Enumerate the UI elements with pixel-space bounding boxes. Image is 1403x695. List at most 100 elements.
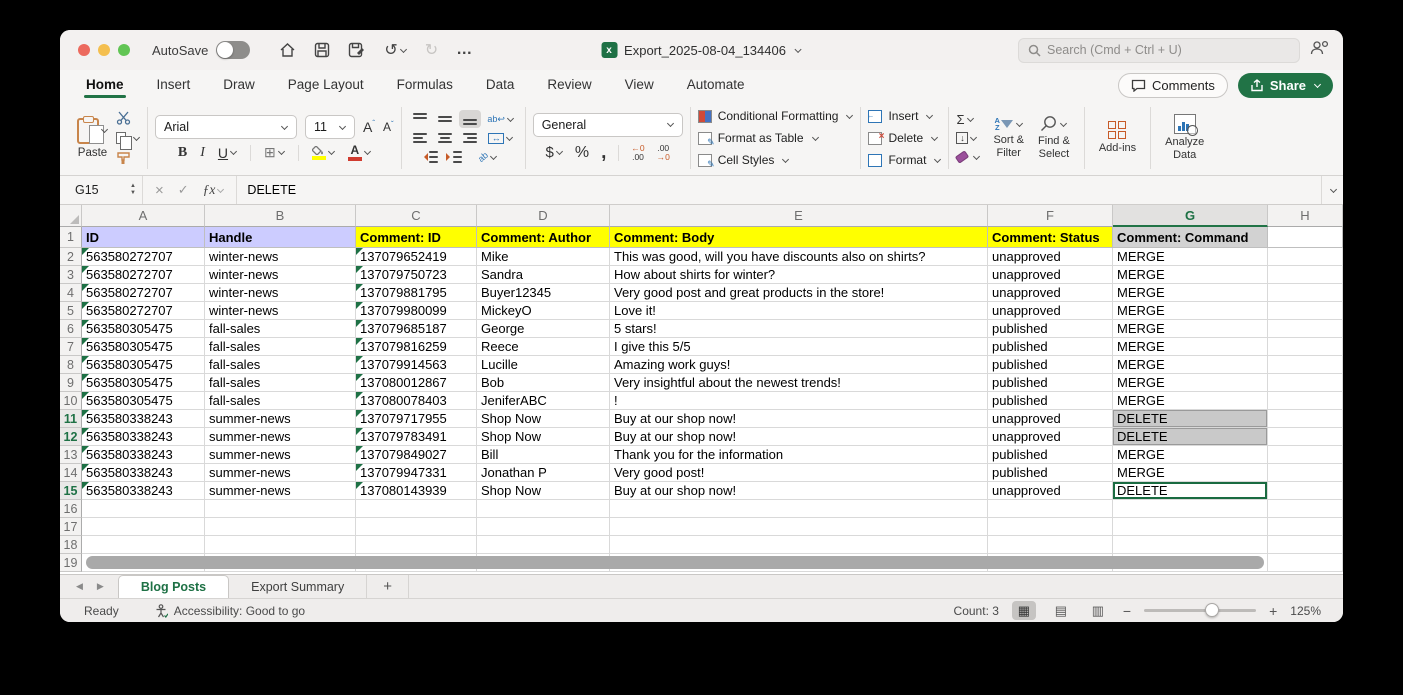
cell-H13[interactable] — [1268, 446, 1343, 464]
formula-input[interactable]: DELETE — [237, 183, 1321, 197]
cell-B7[interactable]: fall-sales — [205, 338, 356, 356]
cell-C5[interactable]: 137079980099 — [356, 302, 477, 320]
cell-C9[interactable]: 137080012867 — [356, 374, 477, 392]
cell-D17[interactable] — [477, 518, 610, 536]
sort-filter-button[interactable]: AZ Sort &Filter — [993, 117, 1024, 159]
cell-A6[interactable]: 563580305475 — [82, 320, 205, 338]
cell-F2[interactable]: unapproved — [988, 248, 1113, 266]
cell-H6[interactable] — [1268, 320, 1343, 338]
row-header-18[interactable]: 18 — [60, 536, 82, 554]
underline-button[interactable]: U — [218, 145, 237, 161]
cell-H18[interactable] — [1268, 536, 1343, 554]
normal-view-button[interactable]: ▦ — [1012, 601, 1036, 620]
cell-D7[interactable]: Reece — [477, 338, 610, 356]
tab-insert[interactable]: Insert — [155, 72, 193, 99]
tab-home[interactable]: Home — [84, 72, 126, 99]
row-header-17[interactable]: 17 — [60, 518, 82, 536]
cell-G2[interactable]: MERGE — [1113, 248, 1268, 266]
cell-B11[interactable]: summer-news — [205, 410, 356, 428]
save-as-icon[interactable] — [348, 42, 366, 58]
people-icon[interactable] — [1310, 40, 1329, 60]
cell-G18[interactable] — [1113, 536, 1268, 554]
row-header-16[interactable]: 16 — [60, 500, 82, 518]
addins-button[interactable]: Add-ins — [1099, 121, 1136, 155]
clear-button[interactable] — [956, 149, 980, 165]
cell-H14[interactable] — [1268, 464, 1343, 482]
number-format-select[interactable]: General — [533, 113, 683, 137]
delete-cells-button[interactable]: Delete — [868, 128, 938, 148]
cell-E14[interactable]: Very good post! — [610, 464, 988, 482]
cell-H3[interactable] — [1268, 266, 1343, 284]
cell-H8[interactable] — [1268, 356, 1343, 374]
column-header-G[interactable]: G — [1113, 205, 1268, 227]
cell-D16[interactable] — [477, 500, 610, 518]
cell-D14[interactable]: Jonathan P — [477, 464, 610, 482]
cell-C14[interactable]: 137079947331 — [356, 464, 477, 482]
align-top-button[interactable] — [409, 110, 431, 128]
cell-C15[interactable]: 137080143939 — [356, 482, 477, 500]
cell-H15[interactable] — [1268, 482, 1343, 500]
cell-C4[interactable]: 137079881795 — [356, 284, 477, 302]
cell-D10[interactable]: JeniferABC — [477, 392, 610, 410]
cell-B10[interactable]: fall-sales — [205, 392, 356, 410]
row-header-1[interactable]: 1 — [60, 227, 82, 248]
autosum-button[interactable]: Σ — [956, 111, 980, 127]
save-icon[interactable] — [314, 42, 330, 58]
title-chevron-icon[interactable] — [795, 45, 802, 52]
cell-C6[interactable]: 137079685187 — [356, 320, 477, 338]
analyze-data-button[interactable]: AnalyzeData — [1165, 114, 1204, 161]
sheet-tab-blog-posts[interactable]: Blog Posts — [118, 575, 229, 598]
cell-G5[interactable]: MERGE — [1113, 302, 1268, 320]
cell-C11[interactable]: 137079717955 — [356, 410, 477, 428]
cell-C12[interactable]: 137079783491 — [356, 428, 477, 446]
cell-A8[interactable]: 563580305475 — [82, 356, 205, 374]
cell-G6[interactable]: MERGE — [1113, 320, 1268, 338]
cell-B5[interactable]: winter-news — [205, 302, 356, 320]
cell-C17[interactable] — [356, 518, 477, 536]
cell-E12[interactable]: Buy at our shop now! — [610, 428, 988, 446]
zoom-in-button[interactable]: + — [1269, 603, 1277, 619]
format-as-table-button[interactable]: Format as Table — [698, 128, 819, 148]
cell-F11[interactable]: unapproved — [988, 410, 1113, 428]
name-box-stepper[interactable]: ▲▼ — [130, 183, 142, 196]
cell-A13[interactable]: 563580338243 — [82, 446, 205, 464]
find-select-button[interactable]: Find &Select — [1038, 115, 1070, 160]
cut-button[interactable] — [116, 109, 140, 127]
cell-A4[interactable]: 563580272707 — [82, 284, 205, 302]
fill-button[interactable]: ↓ — [956, 130, 980, 146]
font-color-button[interactable]: A — [348, 144, 371, 161]
cell-C18[interactable] — [356, 536, 477, 554]
sheet-tab-export-summary[interactable]: Export Summary — [229, 575, 367, 598]
prev-sheet-button[interactable]: ◀ — [76, 581, 83, 592]
cell-D8[interactable]: Lucille — [477, 356, 610, 374]
cell-G14[interactable]: MERGE — [1113, 464, 1268, 482]
column-header-A[interactable]: A — [82, 205, 205, 227]
grow-font-button[interactable]: Aˆ — [363, 119, 375, 135]
cell-F16[interactable] — [988, 500, 1113, 518]
cell-E7[interactable]: I give this 5/5 — [610, 338, 988, 356]
cell-F13[interactable]: published — [988, 446, 1113, 464]
bold-button[interactable]: B — [178, 145, 187, 161]
cell-B6[interactable]: fall-sales — [205, 320, 356, 338]
tab-data[interactable]: Data — [484, 72, 517, 99]
cell-B15[interactable]: summer-news — [205, 482, 356, 500]
cell-E11[interactable]: Buy at our shop now! — [610, 410, 988, 428]
cell-D4[interactable]: Buyer12345 — [477, 284, 610, 302]
cell-E13[interactable]: Thank you for the information — [610, 446, 988, 464]
cell-B18[interactable] — [205, 536, 356, 554]
align-left-button[interactable] — [409, 129, 431, 147]
cell-F3[interactable]: unapproved — [988, 266, 1113, 284]
cell-H1[interactable] — [1268, 227, 1343, 248]
cell-G8[interactable]: MERGE — [1113, 356, 1268, 374]
row-header-9[interactable]: 9 — [60, 374, 82, 392]
tab-page-layout[interactable]: Page Layout — [286, 72, 366, 99]
row-header-6[interactable]: 6 — [60, 320, 82, 338]
cell-H7[interactable] — [1268, 338, 1343, 356]
cell-F14[interactable]: published — [988, 464, 1113, 482]
insert-cells-button[interactable]: Insert — [868, 106, 933, 126]
cell-C13[interactable]: 137079849027 — [356, 446, 477, 464]
cell-G13[interactable]: MERGE — [1113, 446, 1268, 464]
cell-F9[interactable]: published — [988, 374, 1113, 392]
decrease-decimal-button[interactable]: .00→0 — [657, 144, 670, 162]
cell-G16[interactable] — [1113, 500, 1268, 518]
